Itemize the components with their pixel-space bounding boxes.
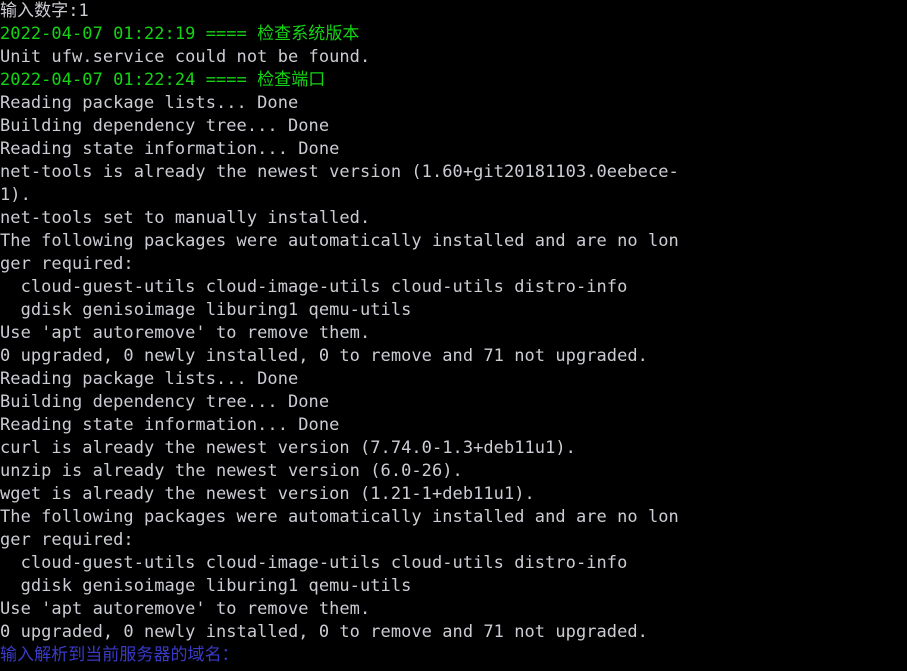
terminal-text-segment: 输入解析到当前服务器的域名：: [0, 645, 239, 665]
line-auto-installed-2: The following packages were automaticall…: [0, 506, 907, 529]
terminal-text-segment: 2022-04-07 01:22:19 ==== 检查系统版本: [0, 24, 360, 44]
line-pkgs-2b: gdisk genisoimage liburing1 qemu-utils: [0, 575, 907, 598]
line-autoremove-hint-2: Use 'apt autoremove' to remove them.: [0, 598, 907, 621]
terminal-text-segment: Unit ufw.service could not be found.: [0, 47, 371, 67]
terminal-text-segment: 1).: [0, 185, 31, 205]
terminal-text-segment: cloud-guest-utils cloud-image-utils clou…: [0, 277, 628, 297]
line-prompt-input-number: 输入数字:1: [0, 0, 907, 23]
terminal-text-segment: curl is already the newest version (7.74…: [0, 438, 576, 458]
line-auto-installed-1: The following packages were automaticall…: [0, 230, 907, 253]
terminal-text-segment: Reading state information... Done: [0, 415, 340, 435]
terminal-text-segment: gdisk genisoimage liburing1 qemu-utils: [0, 576, 412, 596]
line-auto-installed-2-wrap: ger required:: [0, 529, 907, 552]
line-check-system-version: 2022-04-07 01:22:19 ==== 检查系统版本: [0, 23, 907, 46]
line-reading-package-lists-1: Reading package lists... Done: [0, 92, 907, 115]
terminal-text-segment: ger required:: [0, 530, 134, 550]
terminal-text-segment: Reading package lists... Done: [0, 369, 299, 389]
terminal-text-segment: Building dependency tree... Done: [0, 392, 330, 412]
terminal-text-segment: 2022-04-07 01:22:24 ==== 检查端口: [0, 70, 326, 90]
terminal-text-segment: Building dependency tree... Done: [0, 116, 330, 136]
terminal-text-segment: cloud-guest-utils cloud-image-utils clou…: [0, 553, 628, 573]
terminal-text-segment: unzip is already the newest version (6.0…: [0, 461, 463, 481]
line-prompt-domain: 输入解析到当前服务器的域名：: [0, 644, 907, 667]
terminal-text-segment: Use 'apt autoremove' to remove them.: [0, 599, 371, 619]
terminal-output-pane[interactable]: 输入数字:1 2022-04-07 01:22:19 ==== 检查系统版本 Uni…: [0, 0, 907, 671]
terminal-text-segment: net-tools set to manually installed.: [0, 208, 371, 228]
terminal-text-segment: wget is already the newest version (1.21…: [0, 484, 535, 504]
line-autoremove-hint-1: Use 'apt autoremove' to remove them.: [0, 322, 907, 345]
terminal-text-segment: 0 upgraded, 0 newly installed, 0 to remo…: [0, 622, 648, 642]
terminal-text-segment: ger required:: [0, 254, 134, 274]
line-curl-newest: curl is already the newest version (7.74…: [0, 437, 907, 460]
line-auto-installed-1-wrap: ger required:: [0, 253, 907, 276]
terminal-text-segment: 输入数字:1: [0, 1, 89, 21]
line-check-port: 2022-04-07 01:22:24 ==== 检查端口: [0, 69, 907, 92]
line-ufw-not-found: Unit ufw.service could not be found.: [0, 46, 907, 69]
line-reading-package-lists-2: Reading package lists... Done: [0, 368, 907, 391]
line-net-tools-newest: net-tools is already the newest version …: [0, 161, 907, 184]
terminal-text-segment: The following packages were automaticall…: [0, 231, 679, 251]
line-pkgs-2a: cloud-guest-utils cloud-image-utils clou…: [0, 552, 907, 575]
terminal-text-segment: Use 'apt autoremove' to remove them.: [0, 323, 371, 343]
line-upgrade-summary-1: 0 upgraded, 0 newly installed, 0 to remo…: [0, 345, 907, 368]
terminal-text-segment: gdisk genisoimage liburing1 qemu-utils: [0, 300, 412, 320]
line-pkgs-1b: gdisk genisoimage liburing1 qemu-utils: [0, 299, 907, 322]
line-pkgs-1a: cloud-guest-utils cloud-image-utils clou…: [0, 276, 907, 299]
terminal-text-segment: Reading state information... Done: [0, 139, 340, 159]
line-building-dep-tree-1: Building dependency tree... Done: [0, 115, 907, 138]
line-unzip-newest: unzip is already the newest version (6.0…: [0, 460, 907, 483]
line-reading-state-info-2: Reading state information... Done: [0, 414, 907, 437]
terminal-text-segment: net-tools is already the newest version …: [0, 162, 679, 182]
line-net-tools-newest-wrap: 1).: [0, 184, 907, 207]
terminal-text-segment: Reading package lists... Done: [0, 93, 299, 113]
line-reading-state-info-1: Reading state information... Done: [0, 138, 907, 161]
line-upgrade-summary-2: 0 upgraded, 0 newly installed, 0 to remo…: [0, 621, 907, 644]
line-wget-newest: wget is already the newest version (1.21…: [0, 483, 907, 506]
terminal-text-segment: The following packages were automaticall…: [0, 507, 679, 527]
terminal-text-segment: 0 upgraded, 0 newly installed, 0 to remo…: [0, 346, 648, 366]
line-net-tools-manual: net-tools set to manually installed.: [0, 207, 907, 230]
line-building-dep-tree-2: Building dependency tree... Done: [0, 391, 907, 414]
